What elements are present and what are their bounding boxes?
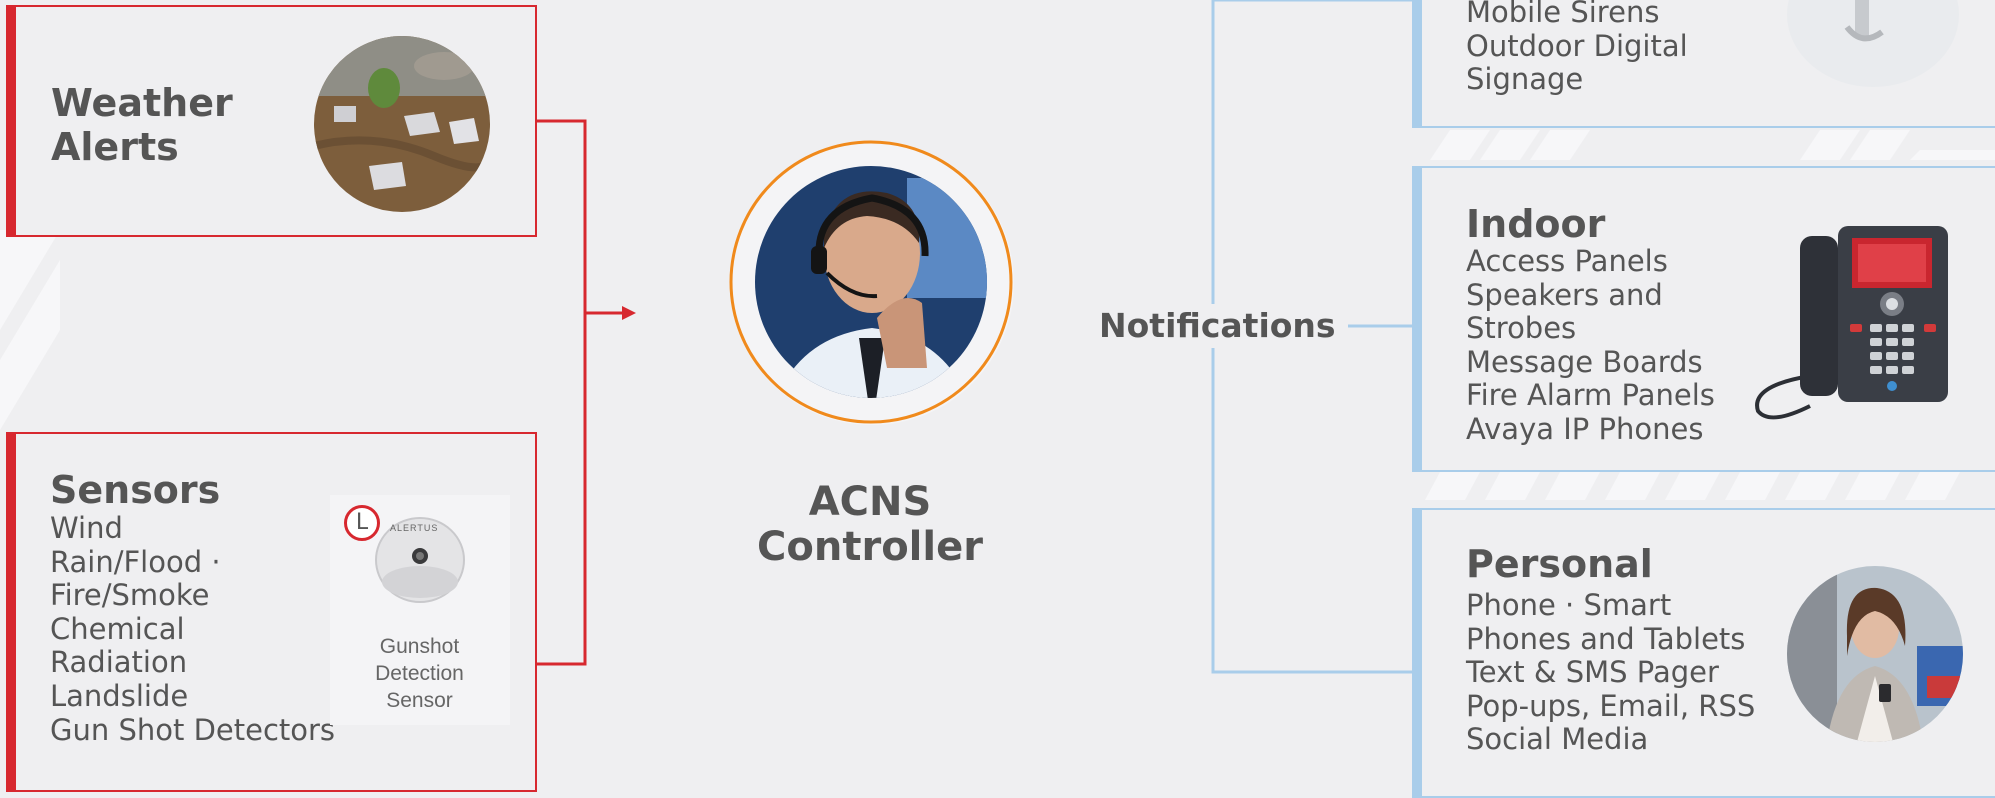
sensors-list: Wind Rain/Flood · Fire/Smoke Chemical Ra…: [50, 511, 336, 747]
personal-title: Personal: [1466, 542, 1653, 586]
siren-device-photo: [1787, 0, 1959, 87]
sensor-item-landslide: Landslide: [50, 678, 189, 713]
weather-alerts-box: Weather Alerts: [6, 5, 537, 237]
personal-list: Phone · Smart Phones and Tablets Text & …: [1466, 588, 1756, 757]
sensor-item-rain-flood: Rain/Flood ·: [50, 544, 221, 579]
indoor-item-access-panels: Access Panels: [1466, 244, 1668, 278]
personal-item-social-media: Social Media: [1466, 722, 1649, 757]
sensor-item-wind: Wind: [50, 511, 123, 545]
sensor-item-radiation: Radiation: [50, 645, 188, 680]
input-bracket-line: [536, 119, 587, 666]
personal-item-phone-smart: Phone · Smart: [1466, 588, 1672, 622]
indoor-title: Indoor: [1466, 202, 1606, 246]
indoor-item-message-boards: Message Boards: [1466, 344, 1703, 379]
indoor-item-strobes: Strobes: [1466, 311, 1577, 346]
outdoor-item-outdoor-digital: Outdoor Digital: [1466, 28, 1688, 63]
sensor-item-gun-shot-detectors: Gun Shot Detectors: [50, 712, 336, 747]
personal-box: Personal Phone · Smart Phones and Tablet…: [1412, 508, 1995, 798]
sensor-item-chemical: Chemical: [50, 611, 185, 646]
sensor-badge-letter: L: [355, 510, 369, 535]
outdoor-box: Mobile Sirens Outdoor Digital Signage: [1412, 0, 1995, 128]
sensor-caption-line-2: Detection: [375, 662, 464, 685]
personal-item-phones-and-tablets: Phones and Tablets: [1466, 621, 1746, 656]
controller-photo-frame: [727, 138, 1017, 428]
ip-desk-phone-photo: [1755, 226, 1948, 420]
sensor-badge: L: [344, 505, 380, 541]
personal-item-text-sms-pager: Text & SMS Pager: [1466, 655, 1719, 690]
sensor-caption: Gunshot Detection Sensor: [352, 633, 487, 714]
indoor-item-avaya-ip-phones: Avaya IP Phones: [1466, 411, 1704, 446]
sensor-item-fire-smoke: Fire/Smoke: [50, 578, 210, 613]
controller-label-line-2: Controller: [757, 524, 983, 570]
indoor-item-fire-alarm-panels: Fire Alarm Panels: [1466, 378, 1715, 413]
personal-item-popups-email-rss: Pop-ups, Email, RSS: [1466, 688, 1756, 723]
indoor-list: Access Panels Speakers and Strobes Messa…: [1466, 244, 1715, 447]
indoor-item-speakers-and: Speakers and: [1466, 277, 1663, 312]
notifications-label: Notifications: [1095, 304, 1340, 348]
flooded-neighborhood-photo: [314, 36, 490, 212]
sensor-caption-line-1: Gunshot: [379, 635, 460, 658]
outdoor-list: Mobile Sirens Outdoor Digital Signage: [1466, 0, 1688, 97]
arrow-head: [622, 306, 636, 320]
sensor-brand-label: ALERTUS: [390, 523, 439, 533]
controller-label-line-1: ACNS: [808, 479, 932, 525]
sensor-caption-line-3: Sensor: [386, 689, 453, 712]
outdoor-item-mobile-sirens: Mobile Sirens: [1466, 0, 1660, 29]
outdoor-item-signage: Signage: [1466, 62, 1584, 97]
indoor-box: Indoor Access Panels Speakers and Strobe…: [1412, 166, 1995, 472]
controller-label: ACNS Controller: [700, 480, 1040, 570]
sensors-title: Sensors: [50, 468, 221, 512]
weather-alerts-title: Weather Alerts: [51, 81, 233, 169]
woman-using-smartphone-photo: [1787, 566, 1963, 742]
